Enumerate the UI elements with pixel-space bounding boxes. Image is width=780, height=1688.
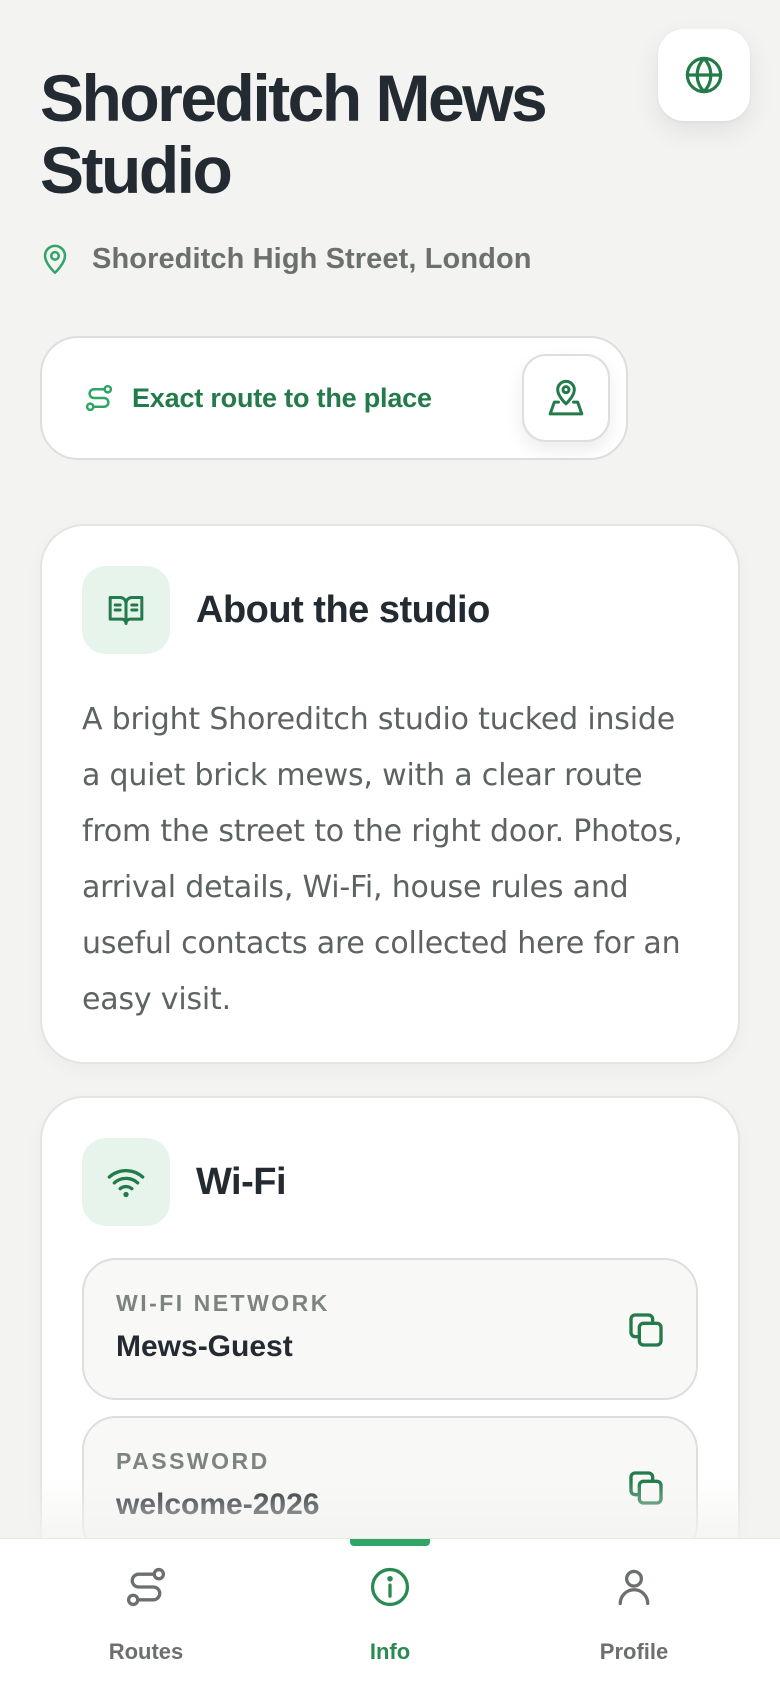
wifi-icon-tile [82, 1138, 170, 1226]
exact-route-label: Exact route to the place [132, 382, 432, 413]
bottom-tab-bar: Routes Info Profile [0, 1538, 780, 1688]
wifi-icon [106, 1162, 146, 1202]
about-title: About the studio [196, 588, 490, 631]
wifi-password-label: PASSWORD [116, 1448, 270, 1474]
page-title: Shoreditch Mews Studio [40, 62, 640, 206]
about-card: About the studio A bright Shoreditch stu… [40, 524, 740, 1064]
globe-icon [683, 54, 725, 96]
location-text: Shoreditch High Street, London [92, 242, 532, 275]
about-description: A bright Shoreditch studio tucked inside… [82, 702, 683, 1017]
tab-info[interactable]: Info [290, 1539, 490, 1688]
about-header: About the studio [82, 566, 738, 654]
wifi-title: Wi-Fi [196, 1160, 287, 1203]
location: Shoreditch High Street, London [40, 242, 532, 276]
wifi-password-value: welcome-2026 [116, 1488, 320, 1521]
wifi-network-value: Mews-Guest [116, 1330, 293, 1363]
about-icon-tile [82, 566, 170, 654]
map-pin-icon [40, 242, 72, 276]
language-button[interactable] [658, 29, 750, 121]
open-map-button[interactable] [522, 354, 610, 442]
copy-icon [629, 1313, 663, 1347]
copy-network-button[interactable] [626, 1310, 666, 1350]
exact-route-button[interactable]: Exact route to the place [40, 336, 628, 460]
book-open-icon [106, 590, 146, 630]
tab-profile[interactable]: Profile [534, 1539, 734, 1688]
tab-info-label: Info [369, 1639, 411, 1664]
wifi-network-field: WI-FI NETWORK Mews-Guest [82, 1258, 698, 1400]
wifi-password-field: PASSWORD welcome-2026 [82, 1416, 698, 1538]
page-title-line-1: Shoreditch Mews [40, 61, 548, 135]
route-icon [84, 383, 114, 413]
scroll-content[interactable]: Shoreditch Mews Studio Shoreditch High S… [0, 0, 780, 1538]
page-title-line-2: Studio [40, 133, 233, 207]
info-icon [368, 1565, 412, 1609]
wifi-card: Wi-Fi WI-FI NETWORK Mews-Guest PASSWORD … [40, 1096, 740, 1538]
tab-profile-label: Profile [599, 1639, 669, 1664]
copy-icon [629, 1471, 663, 1505]
map-location-icon [546, 378, 586, 418]
copy-password-button[interactable] [626, 1468, 666, 1508]
wifi-network-label: WI-FI NETWORK [116, 1290, 330, 1316]
tab-routes-label: Routes [108, 1639, 184, 1664]
wifi-header: Wi-Fi [82, 1138, 738, 1226]
user-icon [612, 1565, 656, 1609]
route-icon [124, 1565, 168, 1609]
tab-routes[interactable]: Routes [46, 1539, 246, 1688]
